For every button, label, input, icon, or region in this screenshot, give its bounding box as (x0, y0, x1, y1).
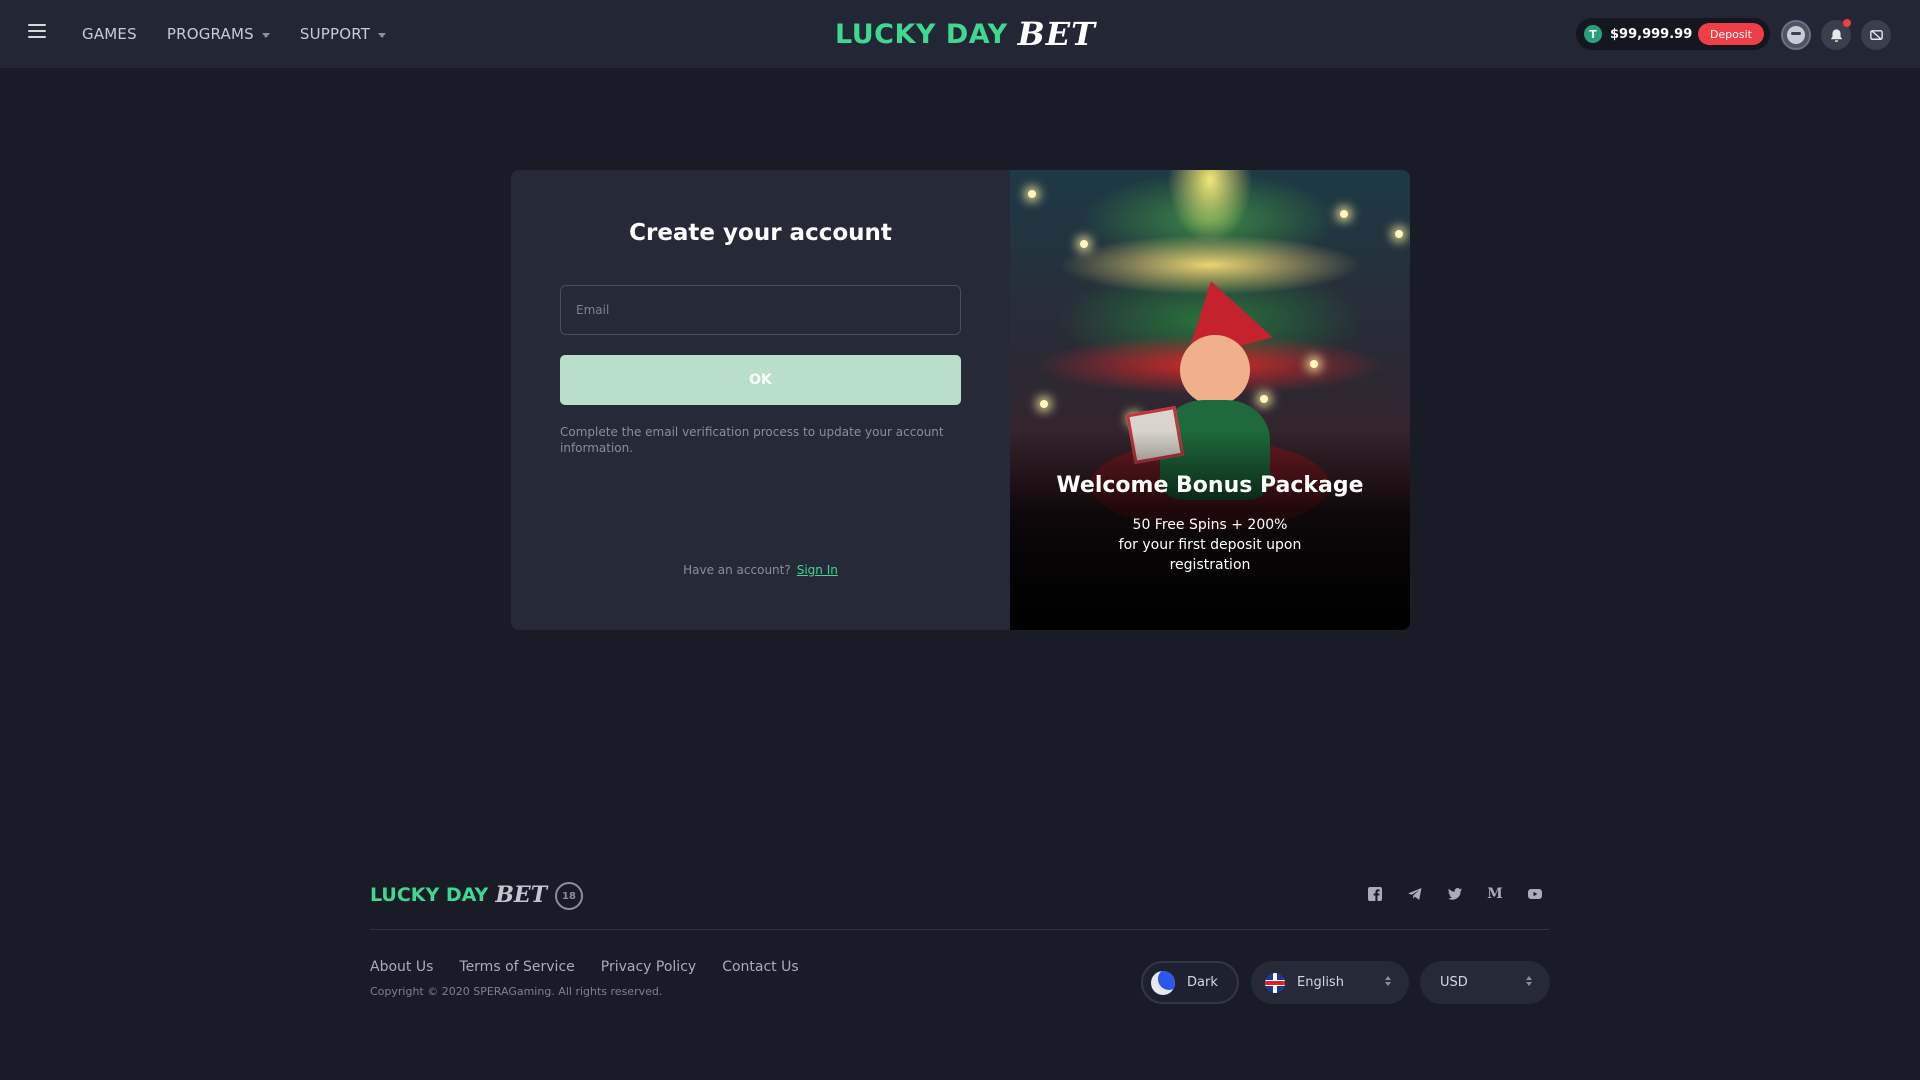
uk-flag-icon (1265, 972, 1285, 993)
language-select[interactable]: English (1251, 961, 1409, 1004)
decor-light (1028, 190, 1036, 198)
language-label: English (1297, 975, 1344, 990)
deposit-button[interactable]: Deposit (1697, 23, 1764, 45)
footer-links: About Us Terms of Service Privacy Policy… (370, 959, 799, 975)
ok-button[interactable]: OK (560, 355, 961, 405)
promo-description: 50 Free Spins + 200% for your first depo… (1110, 515, 1310, 575)
tether-coin-icon: T (1584, 25, 1602, 43)
facebook-icon[interactable] (1367, 886, 1383, 902)
currency-select[interactable]: USD (1420, 961, 1550, 1004)
avatar-icon[interactable] (1781, 20, 1811, 50)
decor-light (1395, 230, 1403, 238)
select-arrows-icon (1385, 976, 1391, 986)
promo-line-1: 50 Free Spins + 200% (1132, 517, 1288, 533)
top-navigation-bar: GAMES PROGRAMS SUPPORT LUCKY DAY BET T $… (0, 0, 1920, 68)
signup-title: Create your account (629, 220, 892, 246)
signup-card: Create your account OK Complete the emai… (511, 170, 1410, 630)
currency-label: USD (1440, 975, 1468, 990)
have-account-row: Have an account? Sign In (511, 563, 1010, 577)
signup-form: Create your account OK Complete the emai… (511, 170, 1010, 630)
medium-icon[interactable]: M (1487, 886, 1503, 902)
nav-programs-label: PROGRAMS (166, 25, 254, 43)
brand-logo-bet: BET (1017, 15, 1096, 53)
sign-in-link[interactable]: Sign In (797, 563, 838, 577)
footer-logo-bet: BET (495, 882, 548, 908)
decor-light (1340, 210, 1348, 218)
telegram-icon[interactable] (1407, 886, 1423, 902)
wallet-balance[interactable]: T $99,999.99 Deposit (1576, 18, 1770, 50)
nav-support-label: SUPPORT (299, 25, 371, 43)
youtube-icon[interactable] (1527, 886, 1543, 902)
main-nav: GAMES PROGRAMS SUPPORT (82, 0, 387, 68)
theme-toggle[interactable]: Dark (1141, 961, 1239, 1004)
chat-icon[interactable] (1861, 20, 1891, 50)
age-restriction-badge: 18 (555, 882, 583, 910)
footer-logo-lucky: LUCKY DAY (370, 884, 489, 906)
terms-of-service-link[interactable]: Terms of Service (459, 959, 574, 975)
nav-games[interactable]: GAMES (82, 25, 137, 43)
select-arrows-icon (1526, 976, 1532, 986)
nav-programs[interactable]: PROGRAMS (167, 25, 270, 43)
promo-title: Welcome Bonus Package (1056, 473, 1364, 498)
about-us-link[interactable]: About Us (370, 959, 433, 975)
privacy-policy-link[interactable]: Privacy Policy (601, 959, 696, 975)
email-field[interactable] (560, 285, 961, 335)
contact-us-link[interactable]: Contact Us (722, 959, 798, 975)
footer-logo[interactable]: LUCKY DAY BET (370, 882, 547, 908)
chevron-down-icon (261, 32, 270, 38)
notification-dot (1843, 19, 1851, 27)
brand-logo[interactable]: LUCKY DAY BET (835, 14, 1096, 54)
nav-games-label: GAMES (82, 25, 137, 43)
balance-amount: $99,999.99 (1610, 26, 1693, 42)
decor-light (1310, 360, 1318, 368)
social-links: M (1367, 886, 1543, 902)
verification-helper-text: Complete the email verification process … (560, 425, 944, 455)
have-account-text: Have an account? (683, 563, 791, 577)
bell-icon[interactable] (1821, 19, 1851, 50)
nav-support[interactable]: SUPPORT (299, 25, 387, 43)
moon-icon (1151, 970, 1175, 995)
decor-light (1040, 400, 1048, 408)
copyright-text: Copyright © 2020 SPERAGaming. All rights… (370, 985, 663, 998)
chevron-down-icon (378, 32, 387, 38)
promo-line-3: registration (1169, 557, 1251, 573)
brand-logo-lucky: LUCKY DAY (835, 18, 1008, 50)
theme-label: Dark (1187, 975, 1218, 990)
footer-divider (370, 929, 1549, 930)
decor-light (1080, 240, 1088, 248)
promo-line-2: for your first deposit upon (1118, 537, 1302, 553)
twitter-icon[interactable] (1447, 886, 1463, 902)
menu-icon[interactable] (28, 24, 46, 40)
welcome-bonus-banner: Welcome Bonus Package 50 Free Spins + 20… (1010, 170, 1410, 630)
